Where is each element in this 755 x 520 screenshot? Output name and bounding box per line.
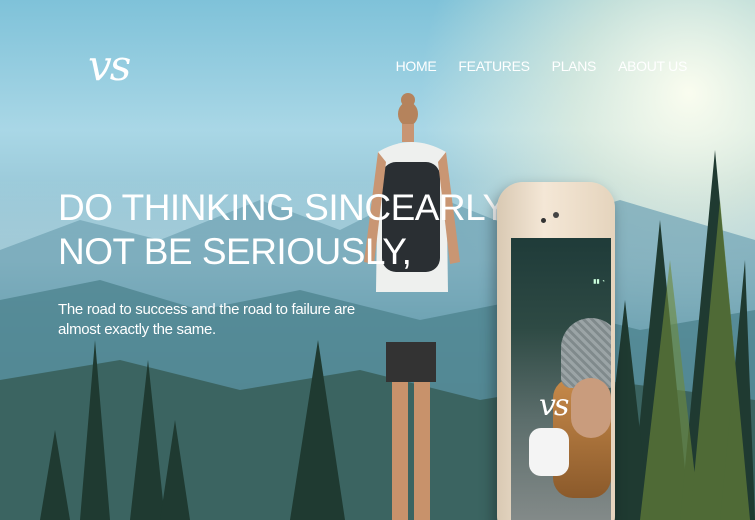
main-nav: HOME FEATURES PLANS ABOUT US [396,58,688,74]
phone-status-bar: ▮▮ ◔ [593,279,605,285]
nav-features[interactable]: FEATURES [458,58,530,74]
screen-face-shape [571,378,611,438]
hero-section: vs HOME FEATURES PLANS ABOUT US DO THINK… [0,0,755,520]
phone-mockup: ▮▮ ◔ vs [497,182,615,520]
nav-home[interactable]: HOME [396,58,437,74]
headline-line-1: DO THINKING SINCEARLY, [58,187,512,228]
phone-speaker-icon [553,212,559,218]
phone-screen: ▮▮ ◔ vs [511,238,611,520]
hero-subtext: The road to success and the road to fail… [58,301,355,338]
nav-about-us[interactable]: ABOUT US [618,58,687,74]
nav-plans[interactable]: PLANS [552,58,597,74]
phone-camera-icon [541,218,546,223]
brand-logo[interactable]: vs [88,44,131,88]
hero-headline: DO THINKING SINCEARLY, NOT BE SERIOUSLY, [58,186,512,274]
screen-mug-shape [529,428,569,476]
headline-line-2: NOT BE SERIOUSLY, [58,231,412,272]
phone-screen-logo: vs [539,388,569,423]
